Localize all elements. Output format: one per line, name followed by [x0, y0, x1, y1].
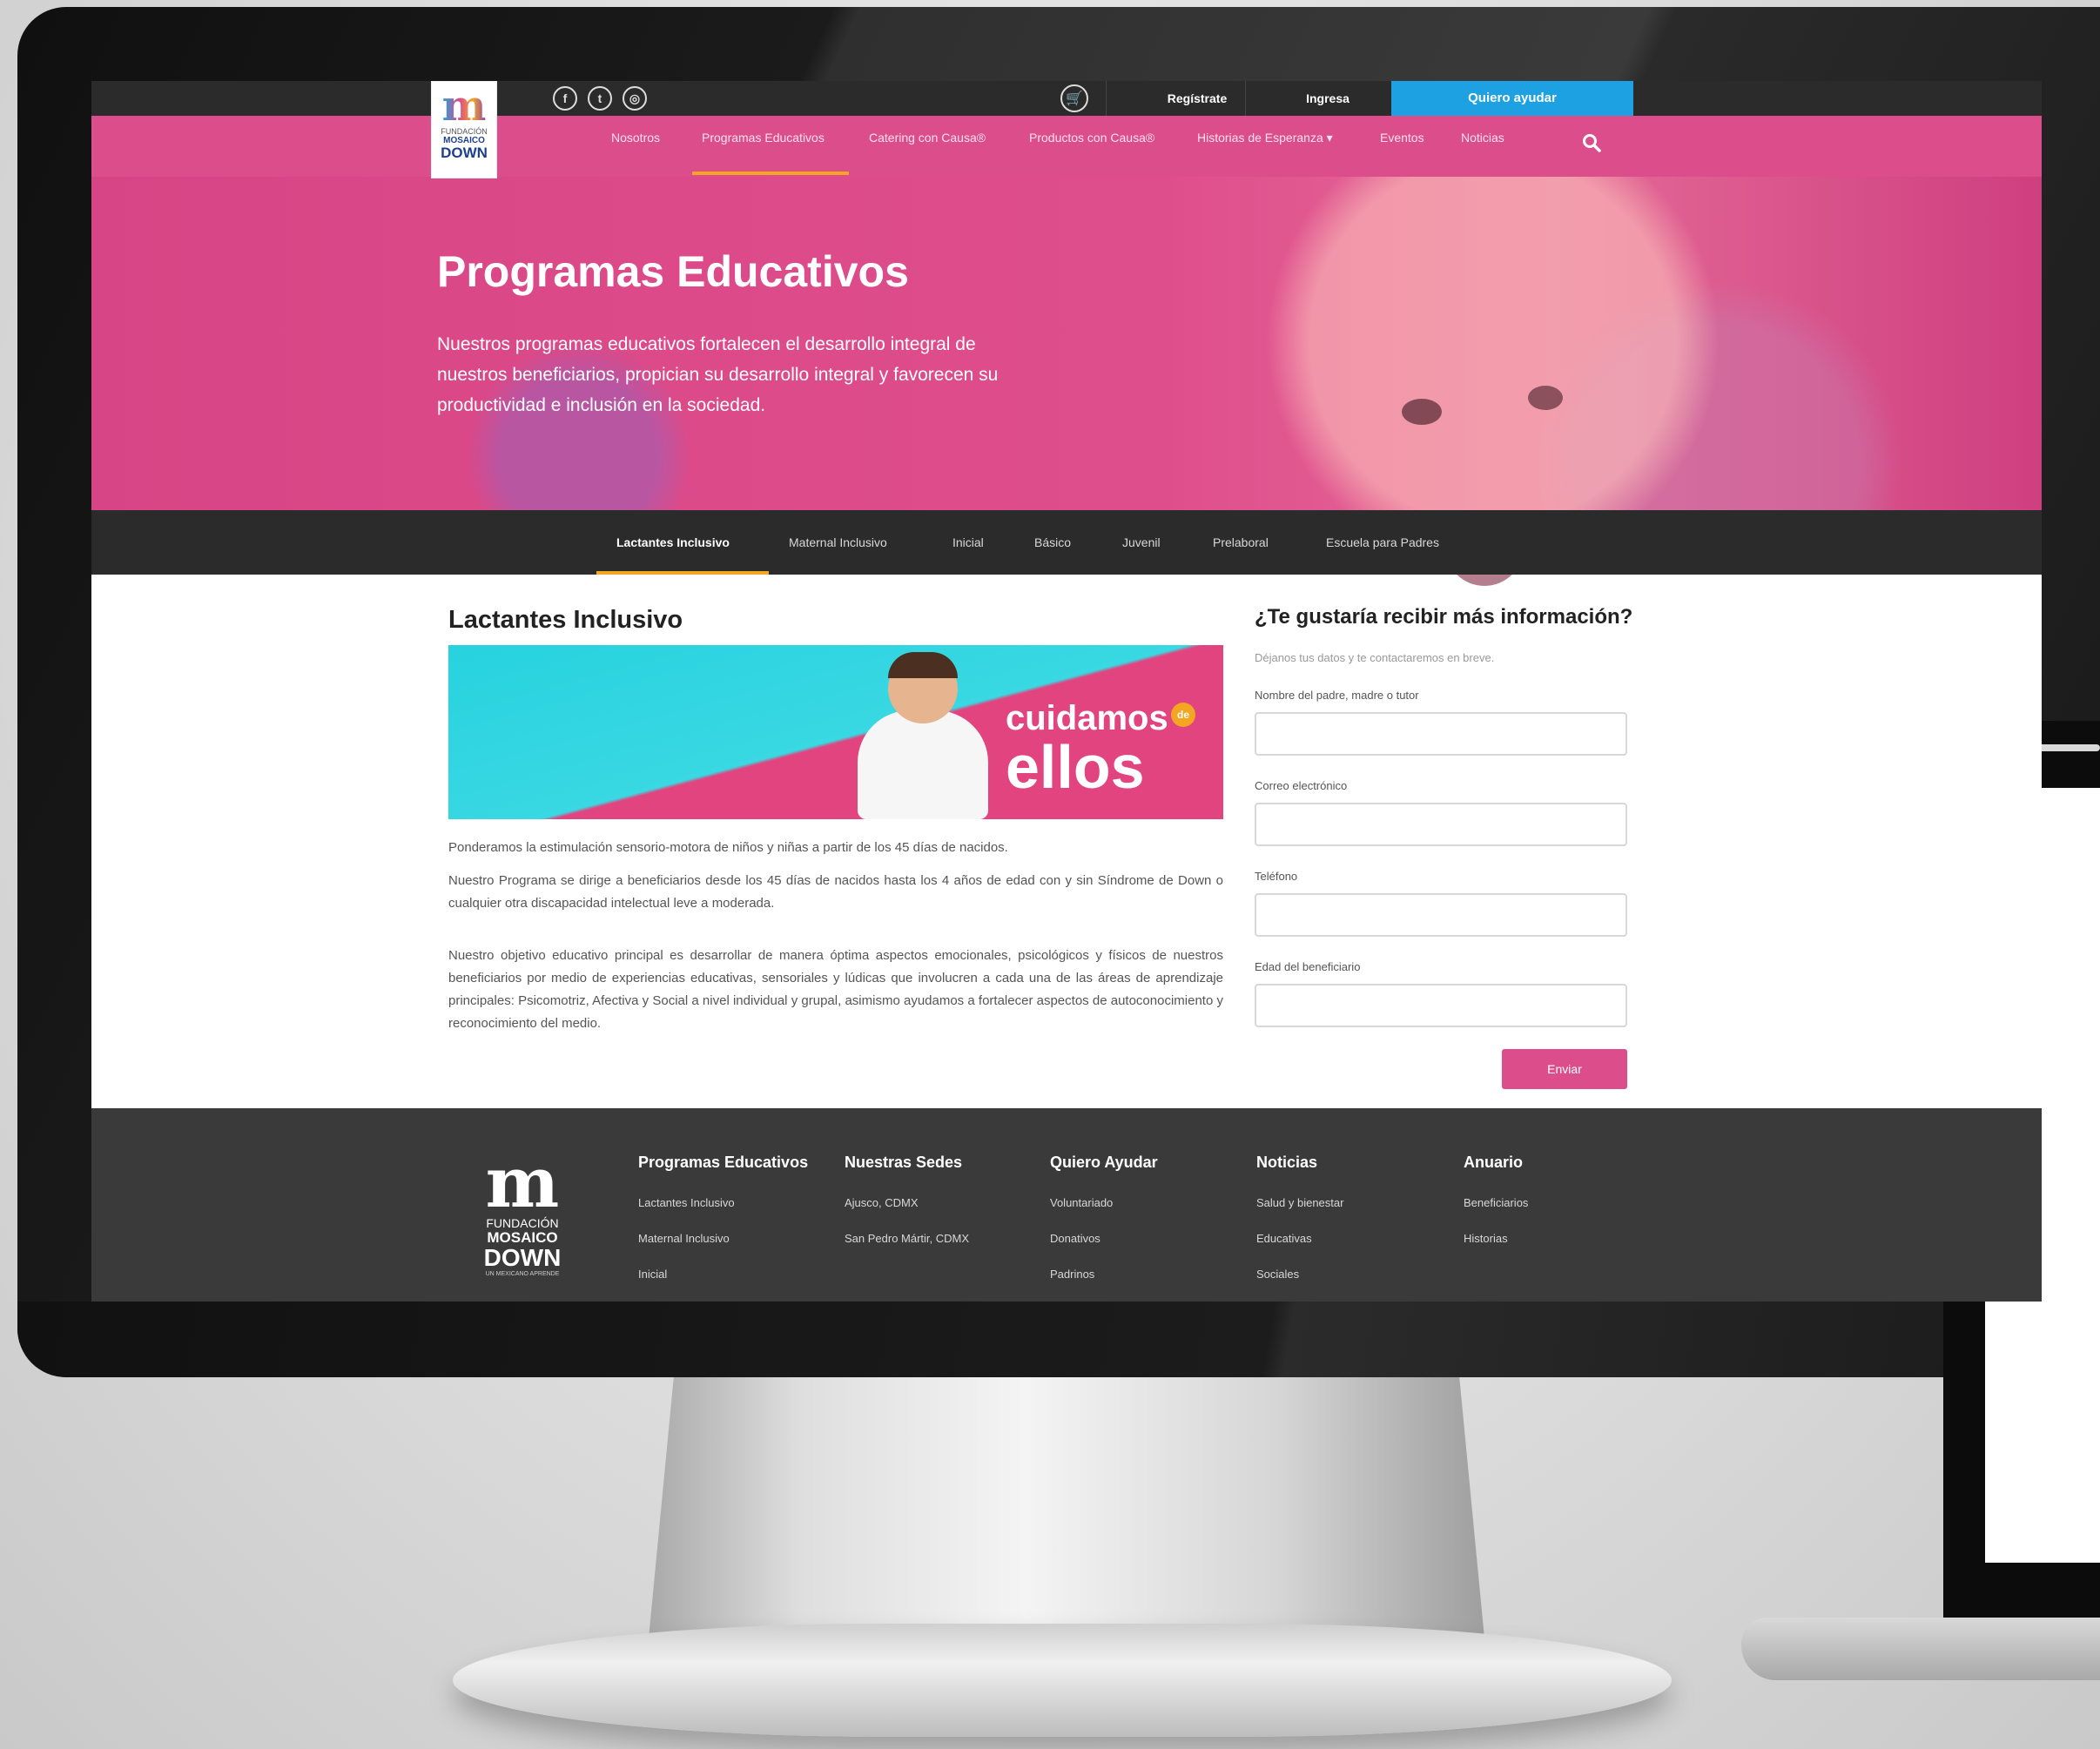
help-button[interactable]: Quiero ayudar	[1391, 81, 1633, 116]
footer-column-anuario: Anuario Beneficiarios Historias	[1464, 1154, 1528, 1268]
nav-item-eventos[interactable]: Eventos	[1380, 116, 1424, 177]
footer-link[interactable]: Sociales	[1256, 1268, 1343, 1302]
top-divider	[1245, 81, 1246, 116]
footer-link[interactable]: Lactantes Inclusivo	[638, 1196, 808, 1232]
footer-logo[interactable]: m FUNDACIÓN MOSAICO DOWN UN MEXICANO APR…	[475, 1147, 570, 1278]
footer-logo-line1: FUNDACIÓN	[486, 1216, 559, 1230]
footer-column-sedes: Nuestras Sedes Ajusco, CDMX San Pedro Má…	[845, 1154, 969, 1268]
send-button[interactable]: Enviar	[1502, 1049, 1627, 1089]
footer-link[interactable]: San Pedro Mártir, CDMX	[845, 1232, 969, 1268]
tab-basico[interactable]: Básico	[1034, 510, 1071, 575]
footer-link[interactable]: Salud y bienestar	[1256, 1196, 1343, 1232]
phone-input[interactable]	[1255, 893, 1627, 937]
hero-photo-detail	[1402, 399, 1442, 425]
monitor-stand-neck	[649, 1377, 1484, 1638]
form-subtitle: Déjanos tus datos y te contactaremos en …	[1255, 651, 1495, 664]
footer-link[interactable]: Maternal Inclusivo	[638, 1232, 808, 1268]
website-screen: f t ◎ 🛒 Regístrate Ingresa Quiero ayudar…	[91, 81, 2042, 1302]
content-paragraph: Nuestro Programa se dirige a beneficiari…	[448, 873, 1223, 911]
footer-link[interactable]: Inicial	[638, 1268, 808, 1302]
footer-link[interactable]: Historias	[1464, 1232, 1528, 1268]
phone-label: Teléfono	[1255, 870, 1298, 883]
content-title: Lactantes Inclusivo	[448, 606, 683, 634]
nav-item-historias[interactable]: Historias de Esperanza ▾	[1197, 116, 1333, 177]
hero-photo-detail	[1528, 386, 1563, 410]
site-footer: m FUNDACIÓN MOSAICO DOWN UN MEXICANO APR…	[91, 1108, 2042, 1302]
form-title: ¿Te gustaría recibir más información?	[1255, 605, 1633, 629]
footer-link[interactable]: Ajusco, CDMX	[845, 1196, 969, 1232]
hero-banner	[91, 177, 2042, 586]
top-bar: f t ◎ 🛒 Regístrate Ingresa Quiero ayudar	[91, 81, 2042, 116]
laptop-base	[1741, 1618, 2100, 1680]
footer-logo-tagline: UN MEXICANO APRENDE	[485, 1271, 560, 1277]
nav-item-productos[interactable]: Productos con Causa®	[1029, 116, 1154, 177]
footer-column-title: Noticias	[1256, 1154, 1318, 1171]
tab-maternal[interactable]: Maternal Inclusivo	[789, 510, 887, 575]
monitor-stand-base	[453, 1624, 1672, 1737]
instagram-icon[interactable]: ◎	[623, 86, 647, 111]
content-paragraph: Nuestro objetivo educativo principal es …	[448, 948, 1223, 1031]
nav-item-catering[interactable]: Catering con Causa®	[869, 116, 986, 177]
banner-word-ellos: ellos	[1006, 733, 1145, 801]
footer-link[interactable]: Donativos	[1050, 1232, 1158, 1268]
program-subnav: Lactantes Inclusivo Maternal Inclusivo I…	[91, 510, 2042, 575]
email-input[interactable]	[1255, 803, 1627, 846]
logo-line1: FUNDACIÓN	[441, 127, 488, 136]
footer-column-title: Nuestras Sedes	[845, 1154, 963, 1171]
facebook-icon[interactable]: f	[553, 86, 577, 111]
top-divider	[1106, 81, 1107, 116]
hero-description: Nuestros programas educativos fortalecen…	[437, 334, 999, 415]
footer-column-quiero-ayudar: Quiero Ayudar Voluntariado Donativos Pad…	[1050, 1154, 1158, 1302]
tab-lactantes[interactable]: Lactantes Inclusivo	[616, 510, 730, 575]
search-icon[interactable]	[1582, 133, 1601, 152]
monitor-chin	[17, 1302, 2100, 1377]
tab-inicial[interactable]: Inicial	[952, 510, 984, 575]
email-label: Correo electrónico	[1255, 779, 1348, 792]
banner-child-illustration	[858, 710, 988, 819]
register-link[interactable]: Regístrate	[1136, 81, 1258, 116]
footer-link[interactable]: Educativas	[1256, 1232, 1343, 1268]
footer-column-title: Programas Educativos	[638, 1154, 809, 1171]
logo-mark: m	[441, 82, 487, 131]
banner-child-illustration	[888, 652, 958, 678]
footer-link[interactable]: Padrinos	[1050, 1268, 1158, 1302]
footer-logo-line3: DOWN	[483, 1244, 562, 1271]
footer-column-title: Quiero Ayudar	[1050, 1154, 1158, 1171]
age-label: Edad del beneficiario	[1255, 960, 1361, 973]
banner-word-de: de	[1171, 703, 1195, 727]
parent-name-label: Nombre del padre, madre o tutor	[1255, 689, 1419, 702]
footer-logo-mark: m	[485, 1141, 560, 1223]
footer-link[interactable]: Beneficiarios	[1464, 1196, 1528, 1232]
social-links: f t ◎	[553, 86, 647, 111]
footer-column-title: Anuario	[1464, 1154, 1524, 1171]
site-logo[interactable]: m FUNDACIÓN MOSAICO DOWN	[431, 81, 497, 178]
age-input[interactable]	[1255, 984, 1627, 1027]
tab-juvenil[interactable]: Juvenil	[1122, 510, 1161, 575]
footer-link[interactable]: Voluntariado	[1050, 1196, 1158, 1232]
tab-prelaboral[interactable]: Prelaboral	[1213, 510, 1269, 575]
footer-column-programas: Programas Educativos Lactantes Inclusivo…	[638, 1154, 808, 1302]
nav-item-programas[interactable]: Programas Educativos	[702, 116, 825, 177]
program-banner: cuidamos de ellos	[448, 645, 1223, 819]
logo-line3: DOWN	[441, 145, 488, 161]
main-nav: Nosotros Programas Educativos Catering c…	[91, 116, 2042, 177]
parent-name-input[interactable]	[1255, 712, 1627, 756]
footer-column-noticias: Noticias Salud y bienestar Educativas So…	[1256, 1154, 1343, 1302]
login-link[interactable]: Ingresa	[1275, 81, 1380, 116]
nav-item-nosotros[interactable]: Nosotros	[611, 116, 660, 177]
subnav-active-indicator	[596, 571, 769, 575]
nav-item-noticias[interactable]: Noticias	[1461, 116, 1504, 177]
hero-title: Programas Educativos	[437, 247, 909, 296]
tab-escuela-padres[interactable]: Escuela para Padres	[1326, 510, 1439, 575]
content-paragraph: Ponderamos la estimulación sensorio-moto…	[448, 840, 1008, 855]
cart-icon[interactable]: 🛒	[1060, 84, 1088, 112]
twitter-icon[interactable]: t	[588, 86, 612, 111]
nav-active-indicator	[692, 172, 849, 175]
